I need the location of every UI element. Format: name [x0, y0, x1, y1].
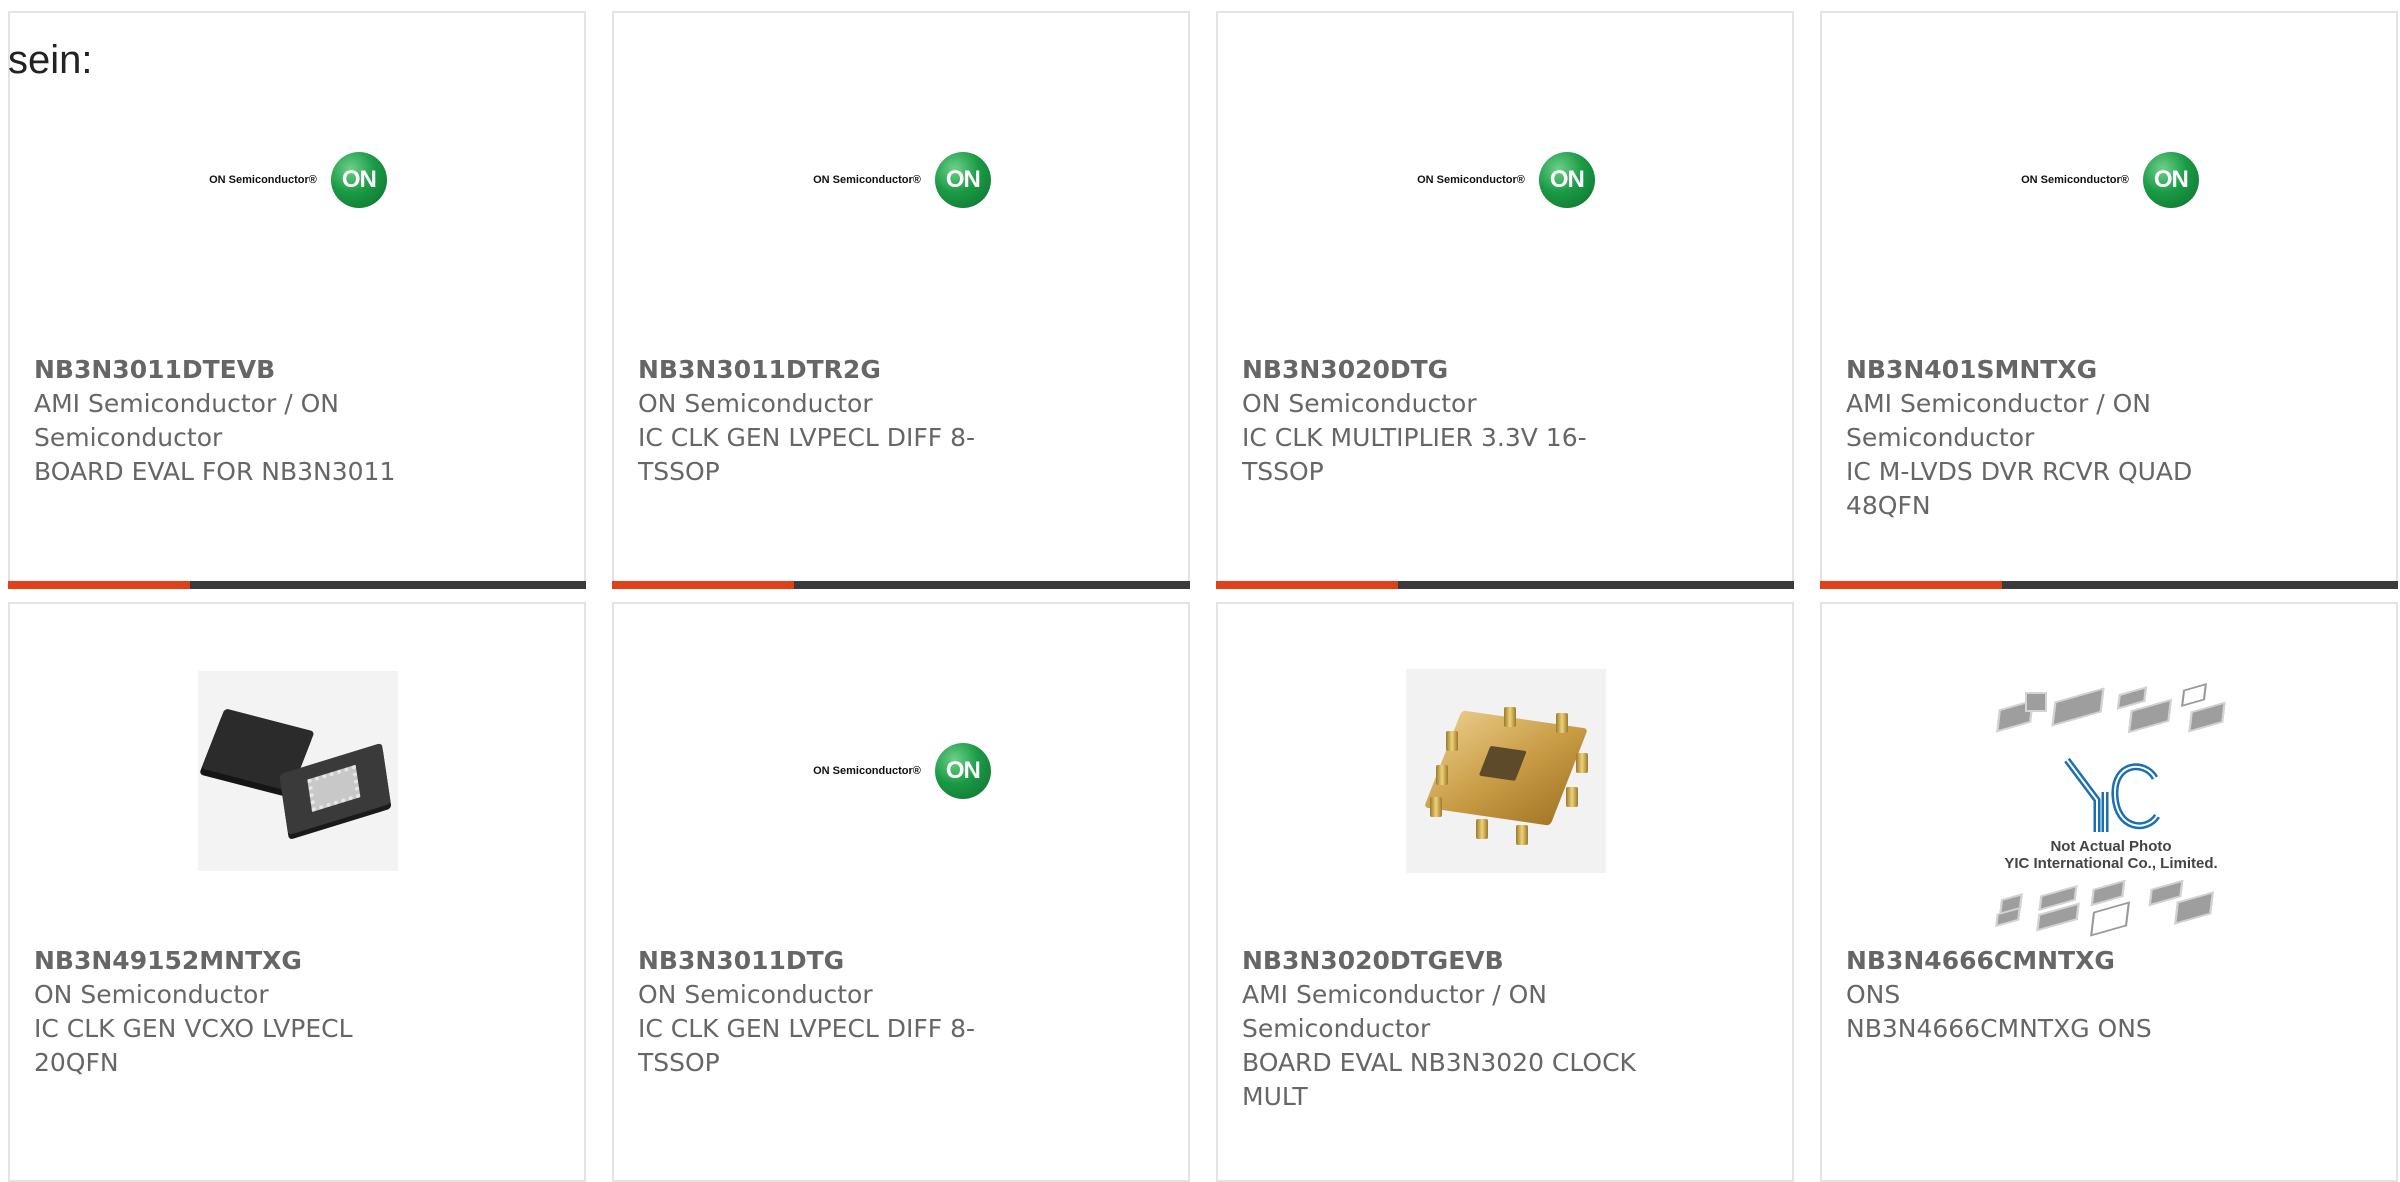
card-footer-bar — [1820, 581, 2398, 589]
on-semiconductor-logo: ON Semiconductor® ON — [209, 152, 387, 208]
part-number-link[interactable]: NB3N401SMNTXG — [1846, 353, 2316, 387]
manufacturer: ON Semiconductor — [1242, 389, 1477, 418]
product-info: NB3N3011DTR2G ON Semiconductor IC CLK GE… — [638, 353, 1108, 489]
product-image[interactable]: ON Semiconductor® ON — [794, 666, 1010, 876]
manufacturer: ON Semiconductor — [638, 980, 873, 1009]
product-card[interactable]: ON Semiconductor® ON NB3N3020DTG ON Semi… — [1216, 11, 1794, 589]
product-info: NB3N3011DTEVB AMI Semiconductor / ON Sem… — [34, 353, 504, 489]
manufacturer: ONS — [1846, 980, 1901, 1009]
evaluation-board-photo — [1406, 669, 1606, 873]
product-card[interactable]: Not Actual Photo YIC International Co., … — [1820, 602, 2398, 1182]
product-info: NB3N3020DTGEVB AMI Semiconductor / ON Se… — [1242, 944, 1712, 1114]
on-logo-circle: ON — [934, 152, 991, 208]
on-semiconductor-logo: ON Semiconductor® ON — [2021, 152, 2199, 208]
product-card[interactable]: NB3N49152MNTXG ON Semiconductor IC CLK G… — [8, 602, 586, 1182]
product-card[interactable]: ON Semiconductor® ON NB3N401SMNTXG AMI S… — [1820, 11, 2398, 589]
product-image[interactable]: Not Actual Photo YIC International Co., … — [1980, 683, 2242, 937]
card-accent — [8, 581, 190, 589]
product-image[interactable] — [1398, 666, 1614, 876]
product-grid: ON Semiconductor® ON NB3N3011DTEVB AMI S… — [8, 11, 2400, 1182]
part-number-link[interactable]: NB3N4666CMNTXG — [1846, 944, 2316, 978]
on-logo-circle: ON — [2142, 152, 2199, 208]
product-description: IC CLK GEN LVPECL DIFF 8-TSSOP — [638, 1014, 976, 1077]
manufacturer: AMI Semiconductor / ON Semiconductor — [1242, 980, 1547, 1043]
on-logo-circle: ON — [934, 743, 991, 799]
yic-logo-icon — [2064, 757, 2160, 832]
product-card[interactable]: ON Semiconductor® ON NB3N3011DTEVB AMI S… — [8, 11, 586, 589]
product-info: NB3N3020DTG ON Semiconductor IC CLK MULT… — [1242, 353, 1712, 489]
product-info: NB3N401SMNTXG AMI Semiconductor / ON Sem… — [1846, 353, 2316, 523]
product-card[interactable]: ON Semiconductor® ON NB3N3011DTG ON Semi… — [612, 602, 1190, 1182]
card-footer-bar — [1216, 581, 1794, 589]
product-card[interactable]: NB3N3020DTGEVB AMI Semiconductor / ON Se… — [1216, 602, 1794, 1182]
product-description: IC CLK GEN LVPECL DIFF 8-TSSOP — [638, 423, 976, 486]
part-number-link[interactable]: NB3N3011DTEVB — [34, 353, 504, 387]
product-image[interactable]: ON Semiconductor® ON — [2002, 75, 2218, 285]
card-accent — [1820, 581, 2002, 589]
product-description: BOARD EVAL NB3N3020 CLOCK MULT — [1242, 1048, 1636, 1111]
product-image[interactable] — [190, 666, 406, 876]
qfn-chip-photo — [198, 671, 398, 871]
not-actual-photo-caption: Not Actual Photo YIC International Co., … — [2004, 838, 2218, 872]
manufacturer: AMI Semiconductor / ON Semiconductor — [1846, 389, 2151, 452]
card-footer-bar — [8, 581, 586, 589]
product-description: IC CLK GEN VCXO LVPECL 20QFN — [34, 1014, 353, 1077]
on-logo-circle: ON — [1538, 152, 1595, 208]
not-actual-photo: Not Actual Photo YIC International Co., … — [1981, 683, 2241, 937]
part-number-link[interactable]: NB3N3020DTGEVB — [1242, 944, 1712, 978]
product-image[interactable]: ON Semiconductor® ON — [190, 75, 406, 285]
lead-text: sein: — [8, 38, 93, 82]
on-semiconductor-logo: ON Semiconductor® ON — [1417, 152, 1595, 208]
part-number-link[interactable]: NB3N49152MNTXG — [34, 944, 504, 978]
part-number-link[interactable]: NB3N3011DTG — [638, 944, 1108, 978]
product-info: NB3N3011DTG ON Semiconductor IC CLK GEN … — [638, 944, 1108, 1080]
product-info: NB3N4666CMNTXG ONS NB3N4666CMNTXG ONS — [1846, 944, 2316, 1046]
part-number-link[interactable]: NB3N3011DTR2G — [638, 353, 1108, 387]
product-image[interactable]: ON Semiconductor® ON — [1398, 75, 1614, 285]
manufacturer: ON Semiconductor — [34, 980, 269, 1009]
on-logo-circle: ON — [330, 152, 387, 208]
product-description: IC CLK MULTIPLIER 3.3V 16-TSSOP — [1242, 423, 1587, 486]
manufacturer: AMI Semiconductor / ON Semiconductor — [34, 389, 339, 452]
on-semiconductor-logo: ON Semiconductor® ON — [813, 743, 991, 799]
card-footer-bar — [612, 581, 1190, 589]
card-accent — [1216, 581, 1398, 589]
card-accent — [612, 581, 794, 589]
product-image[interactable]: ON Semiconductor® ON — [794, 75, 1010, 285]
product-info: NB3N49152MNTXG ON Semiconductor IC CLK G… — [34, 944, 504, 1080]
product-description: NB3N4666CMNTXG ONS — [1846, 1014, 2152, 1043]
product-card[interactable]: ON Semiconductor® ON NB3N3011DTR2G ON Se… — [612, 11, 1190, 589]
part-number-link[interactable]: NB3N3020DTG — [1242, 353, 1712, 387]
product-description: IC M-LVDS DVR RCVR QUAD 48QFN — [1846, 457, 2193, 520]
product-description: BOARD EVAL FOR NB3N3011 — [34, 457, 396, 486]
on-semiconductor-logo: ON Semiconductor® ON — [813, 152, 991, 208]
manufacturer: ON Semiconductor — [638, 389, 873, 418]
